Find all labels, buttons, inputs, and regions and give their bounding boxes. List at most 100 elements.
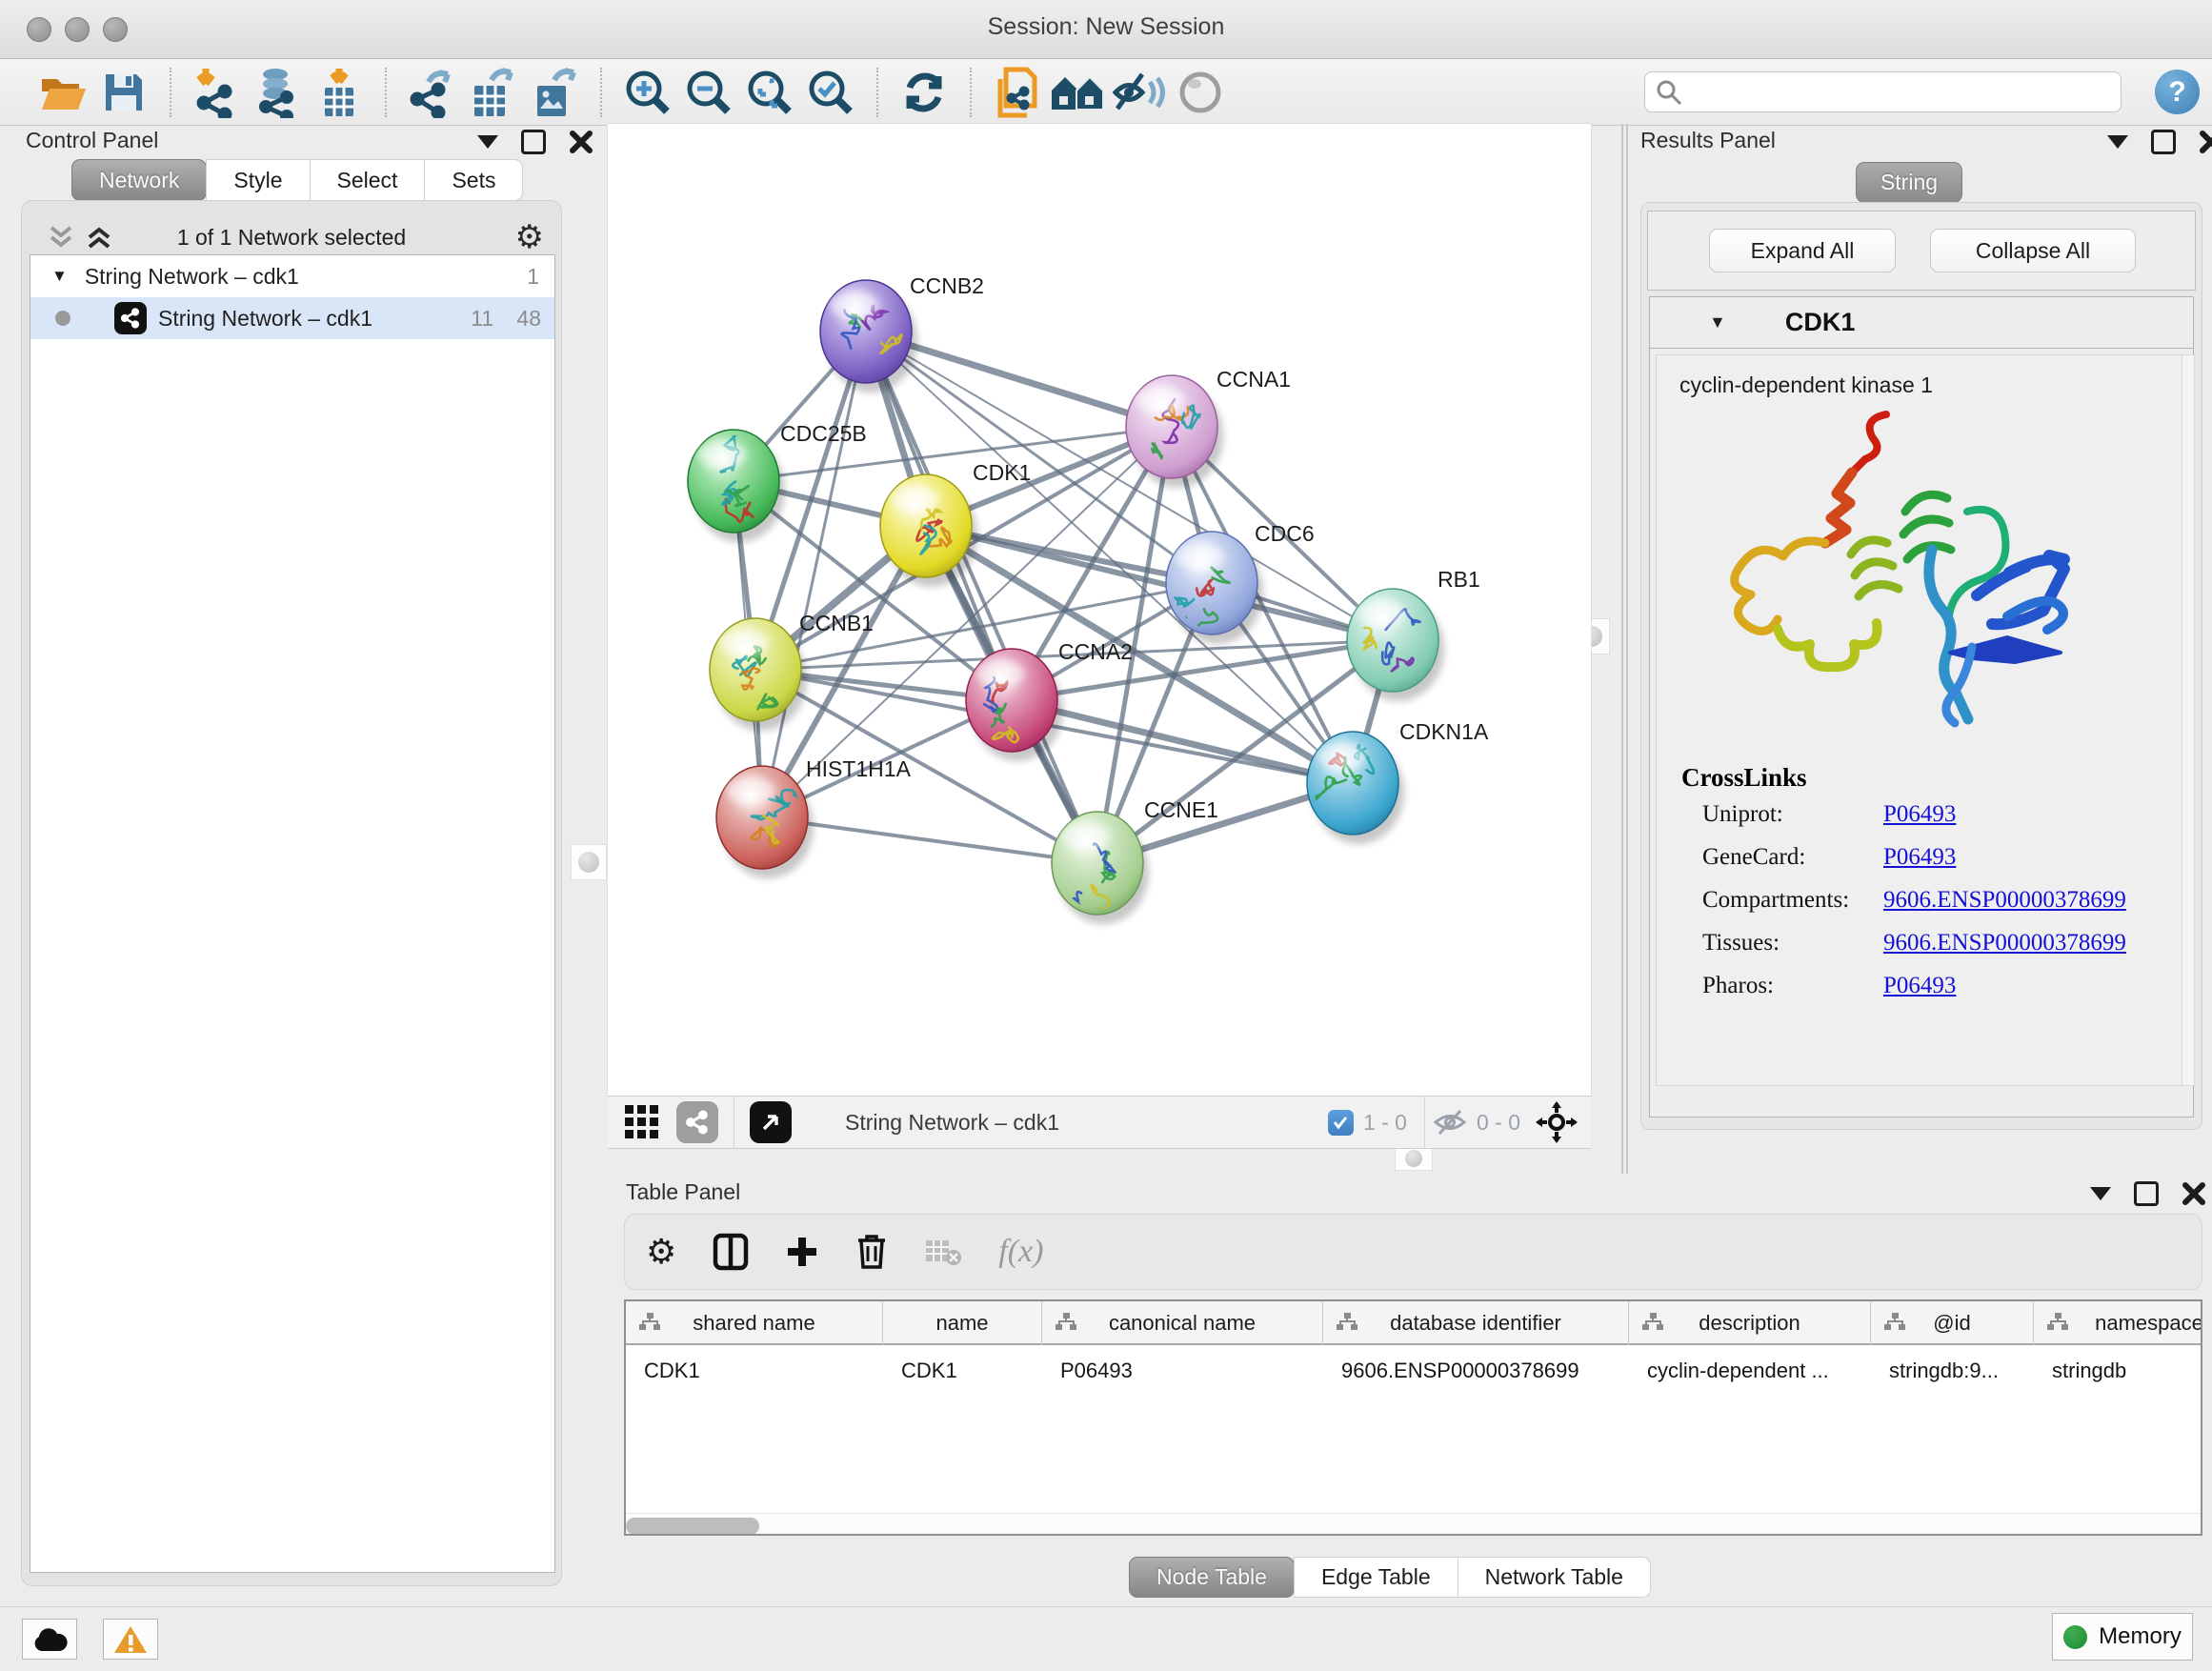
zoom-selected-icon xyxy=(806,68,855,117)
clone-network-button[interactable] xyxy=(987,65,1048,120)
warnings-button[interactable] xyxy=(103,1619,158,1660)
node-table[interactable]: shared name name canonical name database… xyxy=(624,1299,2202,1536)
expand-all-button[interactable]: Expand All xyxy=(1709,229,1896,272)
column-header[interactable]: namespace xyxy=(2034,1301,2202,1345)
column-header[interactable]: shared name xyxy=(626,1301,883,1345)
export-image-button[interactable] xyxy=(524,65,585,120)
tab-node-table[interactable]: Node Table xyxy=(1129,1557,1295,1598)
memory-label: Memory xyxy=(2099,1623,2182,1650)
hide-graphics-details-button[interactable] xyxy=(1109,65,1170,120)
show-columns-icon[interactable] xyxy=(713,1233,749,1271)
delete-column-icon[interactable] xyxy=(855,1233,888,1271)
column-header[interactable]: database identifier xyxy=(1323,1301,1629,1345)
sphere-icon xyxy=(1178,70,1222,114)
cell-database-identifier: 9606.ENSP00000378699 xyxy=(1323,1347,1629,1395)
zoom-out-button[interactable] xyxy=(678,65,739,120)
title-bar: Session: New Session xyxy=(0,0,2212,59)
crosslink-link[interactable]: 9606.ENSP00000378699 xyxy=(1883,887,2126,914)
crosslink-link[interactable]: P06493 xyxy=(1883,973,1956,999)
table-row[interactable]: CDK1 CDK1 P06493 9606.ENSP00000378699 cy… xyxy=(626,1347,2202,1395)
collapse-all-button[interactable]: Collapse All xyxy=(1930,229,2136,272)
help-button[interactable]: ? xyxy=(2155,70,2200,114)
table-header-row: shared name name canonical name database… xyxy=(626,1301,2202,1345)
tab-select[interactable]: Select xyxy=(310,159,426,201)
crosslink-row: Tissues: 9606.ENSP00000378699 xyxy=(1702,930,2179,956)
export-table-button[interactable] xyxy=(463,65,524,120)
main-toolbar: ? xyxy=(0,59,2212,126)
network-row-selected[interactable]: String Network – cdk1 11 48 xyxy=(30,297,554,339)
network-tab-panel: 1 of 1 Network selected ⚙ ▼ String Netwo… xyxy=(21,200,562,1586)
node-label-CDK1: CDK1 xyxy=(973,460,1031,485)
search-icon xyxy=(1655,78,1683,107)
network-canvas[interactable]: CCNB2CCNA1CDC25BCDK1CDC6RB1CCNB1CCNA2CDK… xyxy=(608,124,1591,1096)
cell-namespace: stringdb xyxy=(2034,1347,2202,1395)
import-network-from-database-button[interactable] xyxy=(248,65,309,120)
tree-expander-icon[interactable]: ▼ xyxy=(51,267,68,286)
import-table-file-button[interactable] xyxy=(309,65,370,120)
float-panel-icon[interactable] xyxy=(2134,1181,2159,1206)
collection-label: String Network – cdk1 xyxy=(85,264,299,290)
renderer-mode-button[interactable] xyxy=(1170,65,1231,120)
cell-canonical-name: P06493 xyxy=(1042,1347,1323,1395)
zoom-in-button[interactable] xyxy=(617,65,678,120)
close-panel-icon[interactable] xyxy=(2182,1181,2206,1206)
export-network-button[interactable] xyxy=(402,65,463,120)
apply-layout-button[interactable] xyxy=(894,65,955,120)
network-options-gear-icon[interactable]: ⚙ xyxy=(515,218,544,256)
float-panel-icon[interactable] xyxy=(2151,130,2176,154)
gene-entry-header[interactable]: ▼ CDK1 xyxy=(1650,297,2193,349)
column-header[interactable]: canonical name xyxy=(1042,1301,1323,1345)
import-table-icon xyxy=(315,67,363,118)
crosslink-link[interactable]: 9606.ENSP00000378699 xyxy=(1883,930,2126,956)
network-selected-status: 1 of 1 Network selected xyxy=(22,225,561,251)
column-header[interactable]: description xyxy=(1629,1301,1871,1345)
close-panel-icon[interactable] xyxy=(2199,130,2212,154)
crosslink-link[interactable]: P06493 xyxy=(1883,844,1956,871)
panel-menu-icon[interactable] xyxy=(2090,1187,2111,1200)
float-panel-icon[interactable] xyxy=(521,130,546,154)
tab-sets[interactable]: Sets xyxy=(424,159,523,201)
results-scrollbar[interactable] xyxy=(2182,354,2195,1086)
zoom-selected-button[interactable] xyxy=(800,65,861,120)
tab-style[interactable]: Style xyxy=(206,159,310,201)
tab-network[interactable]: Network xyxy=(71,159,207,201)
toolbar-separator xyxy=(876,68,878,117)
footer-separator xyxy=(1424,1096,1425,1149)
column-header[interactable]: @id xyxy=(1871,1301,2034,1345)
birds-eye-view-button[interactable] xyxy=(750,1101,792,1143)
table-options-gear-icon[interactable]: ⚙ xyxy=(646,1232,676,1272)
network-view-button[interactable] xyxy=(676,1101,718,1143)
search-input[interactable] xyxy=(1683,80,2093,105)
open-session-button[interactable] xyxy=(32,65,93,120)
search-field[interactable] xyxy=(1644,71,2122,112)
table-hscroll-thumb[interactable] xyxy=(626,1518,759,1535)
crosslink-link[interactable]: P06493 xyxy=(1883,801,1956,828)
save-session-button[interactable] xyxy=(93,65,154,120)
selected-checkbox-icon[interactable] xyxy=(1328,1110,1354,1136)
cloud-status-button[interactable] xyxy=(22,1619,77,1660)
show-all-nodes-button[interactable] xyxy=(1048,65,1109,120)
left-splitter-grip[interactable] xyxy=(571,844,607,880)
zoom-in-icon xyxy=(623,68,673,117)
tab-string[interactable]: String xyxy=(1856,162,1962,203)
memory-button[interactable]: Memory xyxy=(2052,1613,2193,1661)
zoom-fit-button[interactable] xyxy=(739,65,800,120)
string-network-graph[interactable]: CCNB2CCNA1CDC25BCDK1CDC6RB1CCNB1CCNA2CDK… xyxy=(608,124,1591,1096)
horizontal-splitter-grip[interactable] xyxy=(1395,1146,1433,1171)
table-hscroll[interactable] xyxy=(626,1513,2201,1536)
network-collection-row[interactable]: ▼ String Network – cdk1 1 xyxy=(30,255,554,297)
results-panel-divider[interactable] xyxy=(1621,124,1628,1174)
panel-menu-icon[interactable] xyxy=(477,135,498,149)
results-panel-chrome xyxy=(2107,130,2212,154)
collapse-entry-icon[interactable]: ▼ xyxy=(1709,312,1726,332)
tab-network-table[interactable]: Network Table xyxy=(1458,1557,1651,1598)
panel-menu-icon[interactable] xyxy=(2107,135,2128,149)
column-header[interactable]: name xyxy=(883,1301,1042,1345)
grid-view-button[interactable] xyxy=(623,1101,661,1144)
add-column-icon[interactable] xyxy=(785,1235,819,1269)
pan-crosshair-icon[interactable] xyxy=(1536,1101,1578,1143)
tab-edge-table[interactable]: Edge Table xyxy=(1294,1557,1458,1598)
database-import-icon xyxy=(252,67,304,118)
close-panel-icon[interactable] xyxy=(569,130,593,154)
import-network-file-button[interactable] xyxy=(187,65,248,120)
